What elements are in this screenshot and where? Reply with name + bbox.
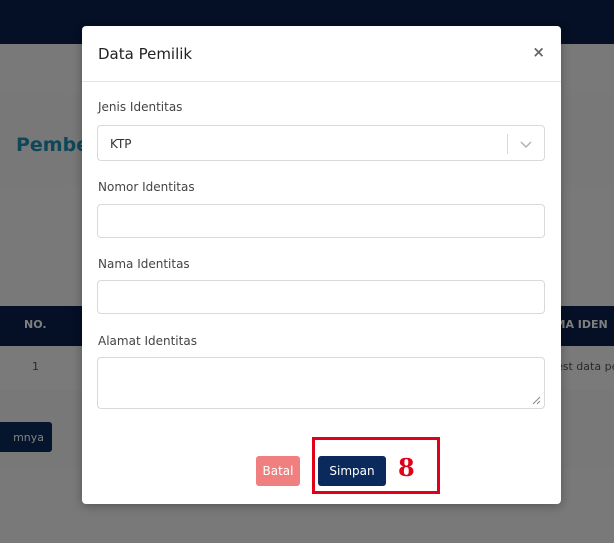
modal-header: Data Pemilik × [82, 26, 561, 82]
nama-identitas-input[interactable] [97, 280, 545, 314]
resize-grip-icon[interactable] [532, 396, 541, 405]
jenis-identitas-value: KTP [110, 137, 132, 151]
close-icon[interactable]: × [532, 43, 545, 61]
annotation-step-number: 8 [398, 453, 415, 482]
select-separator [507, 134, 508, 154]
modal-title: Data Pemilik [98, 45, 193, 63]
nomor-identitas-label: Nomor Identitas [98, 180, 195, 194]
data-pemilik-modal: Data Pemilik × Jenis Identitas KTP Nomor… [82, 26, 561, 504]
alamat-identitas-textarea[interactable] [97, 357, 545, 409]
jenis-identitas-select[interactable]: KTP [97, 125, 545, 161]
annotation-highlight-box [312, 437, 440, 494]
jenis-identitas-label: Jenis Identitas [98, 100, 183, 114]
nomor-identitas-input[interactable] [97, 204, 545, 238]
chevron-down-icon[interactable] [518, 136, 534, 152]
cancel-button[interactable]: Batal [256, 456, 300, 486]
nama-identitas-label: Nama Identitas [98, 257, 190, 271]
alamat-identitas-label: Alamat Identitas [98, 334, 197, 348]
